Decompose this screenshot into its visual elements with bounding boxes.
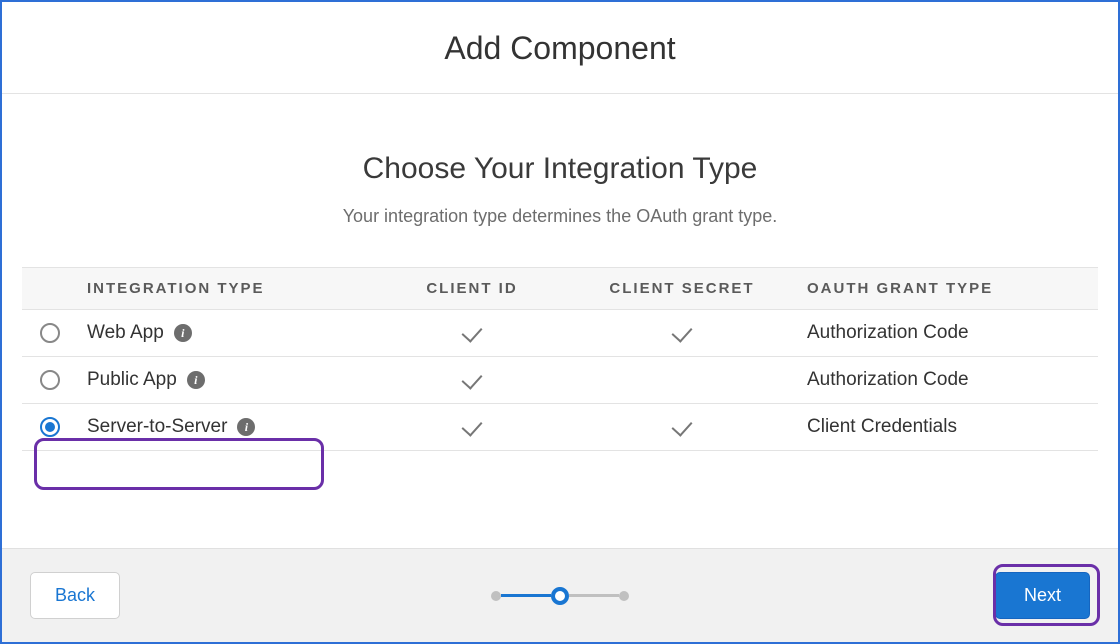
- radio-public-app[interactable]: [40, 370, 60, 390]
- dialog-footer: Back Next: [2, 548, 1118, 642]
- radio-web-app[interactable]: [40, 323, 60, 343]
- check-icon: [672, 321, 693, 342]
- section-description: Your integration type determines the OAu…: [22, 206, 1098, 227]
- check-icon: [462, 321, 483, 342]
- row-label: Public App: [87, 369, 177, 391]
- dialog-title: Add Component: [2, 30, 1118, 67]
- dialog-header: Add Component: [2, 2, 1118, 94]
- next-button[interactable]: Next: [995, 572, 1090, 619]
- check-icon: [672, 415, 693, 436]
- table-row[interactable]: Public App i Authorization Code: [22, 357, 1098, 404]
- row-grant: Authorization Code: [797, 357, 1098, 404]
- step-line: [569, 594, 619, 597]
- integration-table: INTEGRATION TYPE CLIENT ID CLIENT SECRET…: [2, 267, 1118, 451]
- info-icon[interactable]: i: [174, 324, 192, 342]
- section-header: Choose Your Integration Type Your integr…: [2, 94, 1118, 267]
- col-radio: [22, 268, 77, 310]
- table-row[interactable]: Server-to-Server i Client Credentials: [22, 404, 1098, 451]
- step-dot-1: [491, 591, 501, 601]
- dialog-frame: Add Component Choose Your Integration Ty…: [0, 0, 1120, 644]
- info-icon[interactable]: i: [187, 371, 205, 389]
- row-label: Server-to-Server: [87, 416, 227, 438]
- info-icon[interactable]: i: [237, 418, 255, 436]
- step-dot-3: [619, 591, 629, 601]
- radio-server-to-server[interactable]: [40, 417, 60, 437]
- step-dot-2-active: [551, 587, 569, 605]
- row-grant: Authorization Code: [797, 310, 1098, 357]
- col-integration-type: INTEGRATION TYPE: [77, 268, 377, 310]
- table-row[interactable]: Web App i Authorization Code: [22, 310, 1098, 357]
- check-icon: [462, 368, 483, 389]
- step-indicator: [491, 587, 629, 605]
- col-client-id: CLIENT ID: [377, 268, 567, 310]
- col-client-secret: CLIENT SECRET: [567, 268, 797, 310]
- check-icon: [462, 415, 483, 436]
- back-button[interactable]: Back: [30, 572, 120, 619]
- step-line: [501, 594, 551, 597]
- row-label: Web App: [87, 322, 164, 344]
- col-oauth-grant: OAUTH GRANT TYPE: [797, 268, 1098, 310]
- section-title: Choose Your Integration Type: [22, 152, 1098, 186]
- row-grant: Client Credentials: [797, 404, 1098, 451]
